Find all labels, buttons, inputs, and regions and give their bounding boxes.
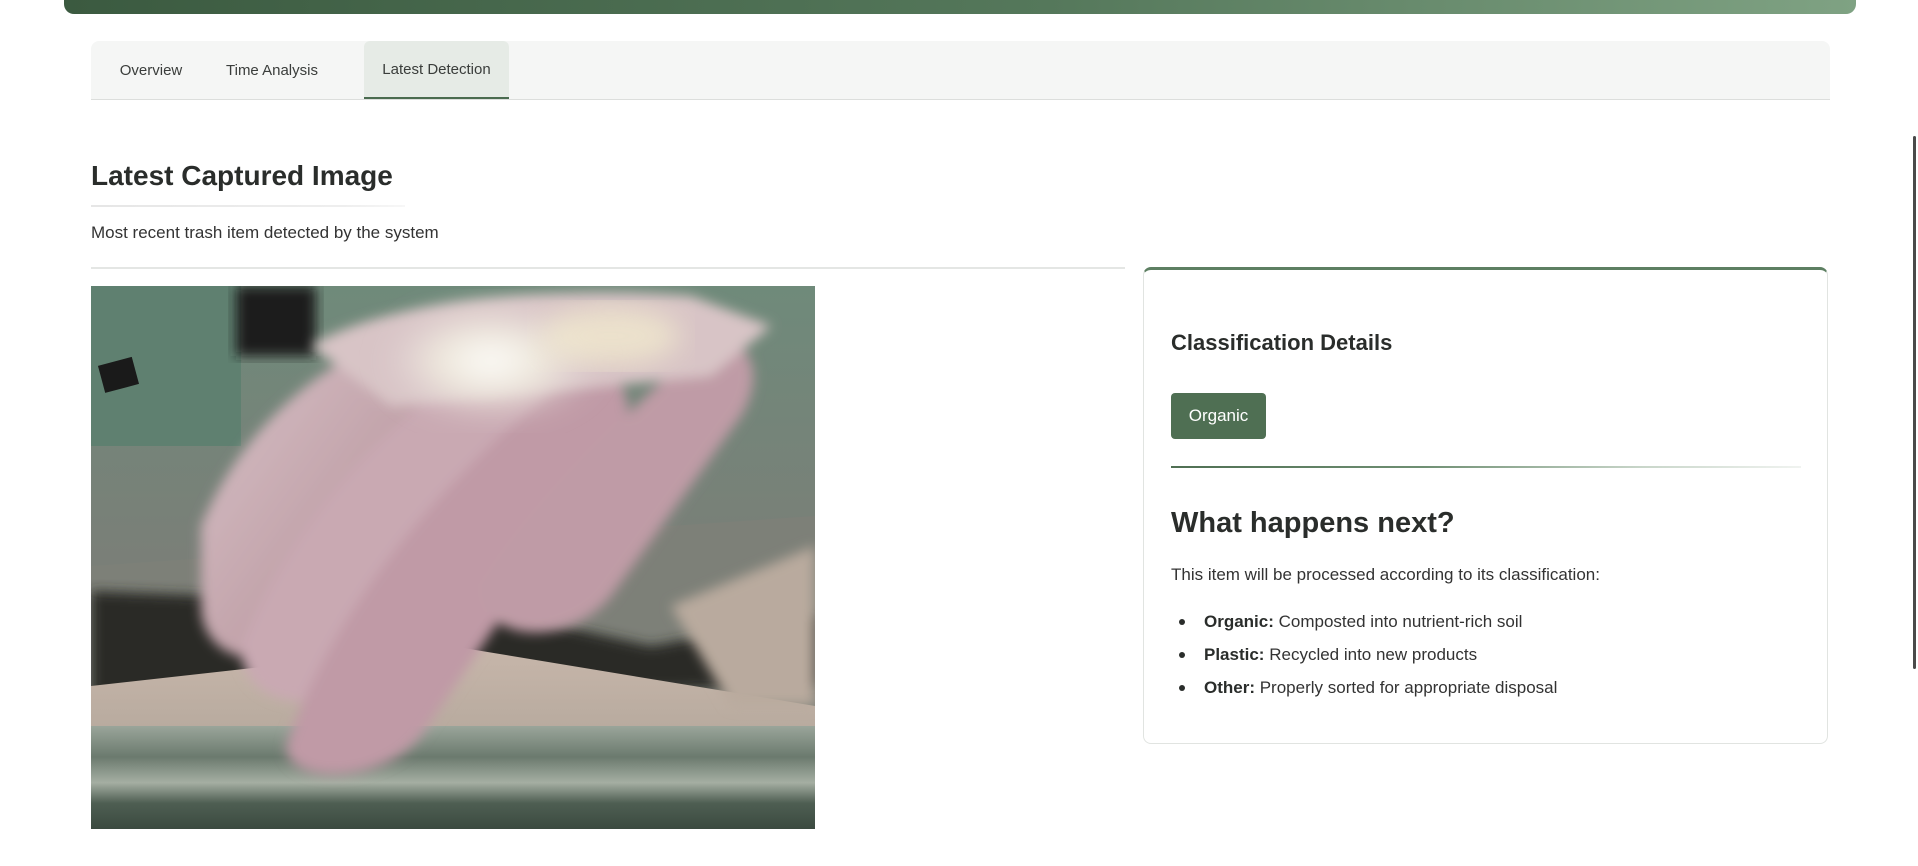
list-item-label: Organic:	[1204, 612, 1274, 631]
next-steps-title: What happens next?	[1171, 507, 1455, 539]
list-item-text: Composted into nutrient-rich soil	[1273, 612, 1523, 631]
list-item-text: Recycled into new products	[1264, 645, 1478, 664]
list-item-text: Properly sorted for appropriate disposal	[1255, 678, 1558, 697]
latest-captured-image	[91, 286, 815, 829]
list-item-label: Plastic:	[1204, 645, 1265, 664]
tab-bar: Overview Time Analysis Latest Detection	[91, 41, 1830, 100]
classification-card: Classification Details Organic What happ…	[1143, 267, 1828, 744]
section-title: Latest Captured Image	[91, 160, 393, 191]
page-scrollbar[interactable]	[1913, 136, 1916, 669]
tab-latest-detection[interactable]: Latest Detection	[364, 41, 509, 99]
dashboard-page: Overview Time Analysis Latest Detection …	[0, 0, 1918, 866]
classification-badge: Organic	[1171, 393, 1266, 439]
title-underline	[91, 205, 405, 207]
section-subtitle: Most recent trash item detected by the s…	[91, 223, 439, 242]
tab-time-analysis[interactable]: Time Analysis	[211, 41, 333, 99]
list-item: Organic: Composted into nutrient-rich so…	[1171, 605, 1557, 638]
list-item: Plastic: Recycled into new products	[1171, 638, 1557, 671]
tab-overview[interactable]: Overview	[91, 41, 211, 99]
card-divider	[1171, 466, 1801, 468]
disposal-list: Organic: Composted into nutrient-rich so…	[1171, 605, 1557, 704]
section-divider	[91, 267, 1125, 269]
classification-heading: Classification Details	[1171, 330, 1393, 355]
header-banner	[64, 0, 1856, 14]
next-steps-description: This item will be processed according to…	[1171, 565, 1600, 584]
captured-photo	[91, 286, 815, 829]
list-item-label: Other:	[1204, 678, 1255, 697]
list-item: Other: Properly sorted for appropriate d…	[1171, 671, 1557, 704]
